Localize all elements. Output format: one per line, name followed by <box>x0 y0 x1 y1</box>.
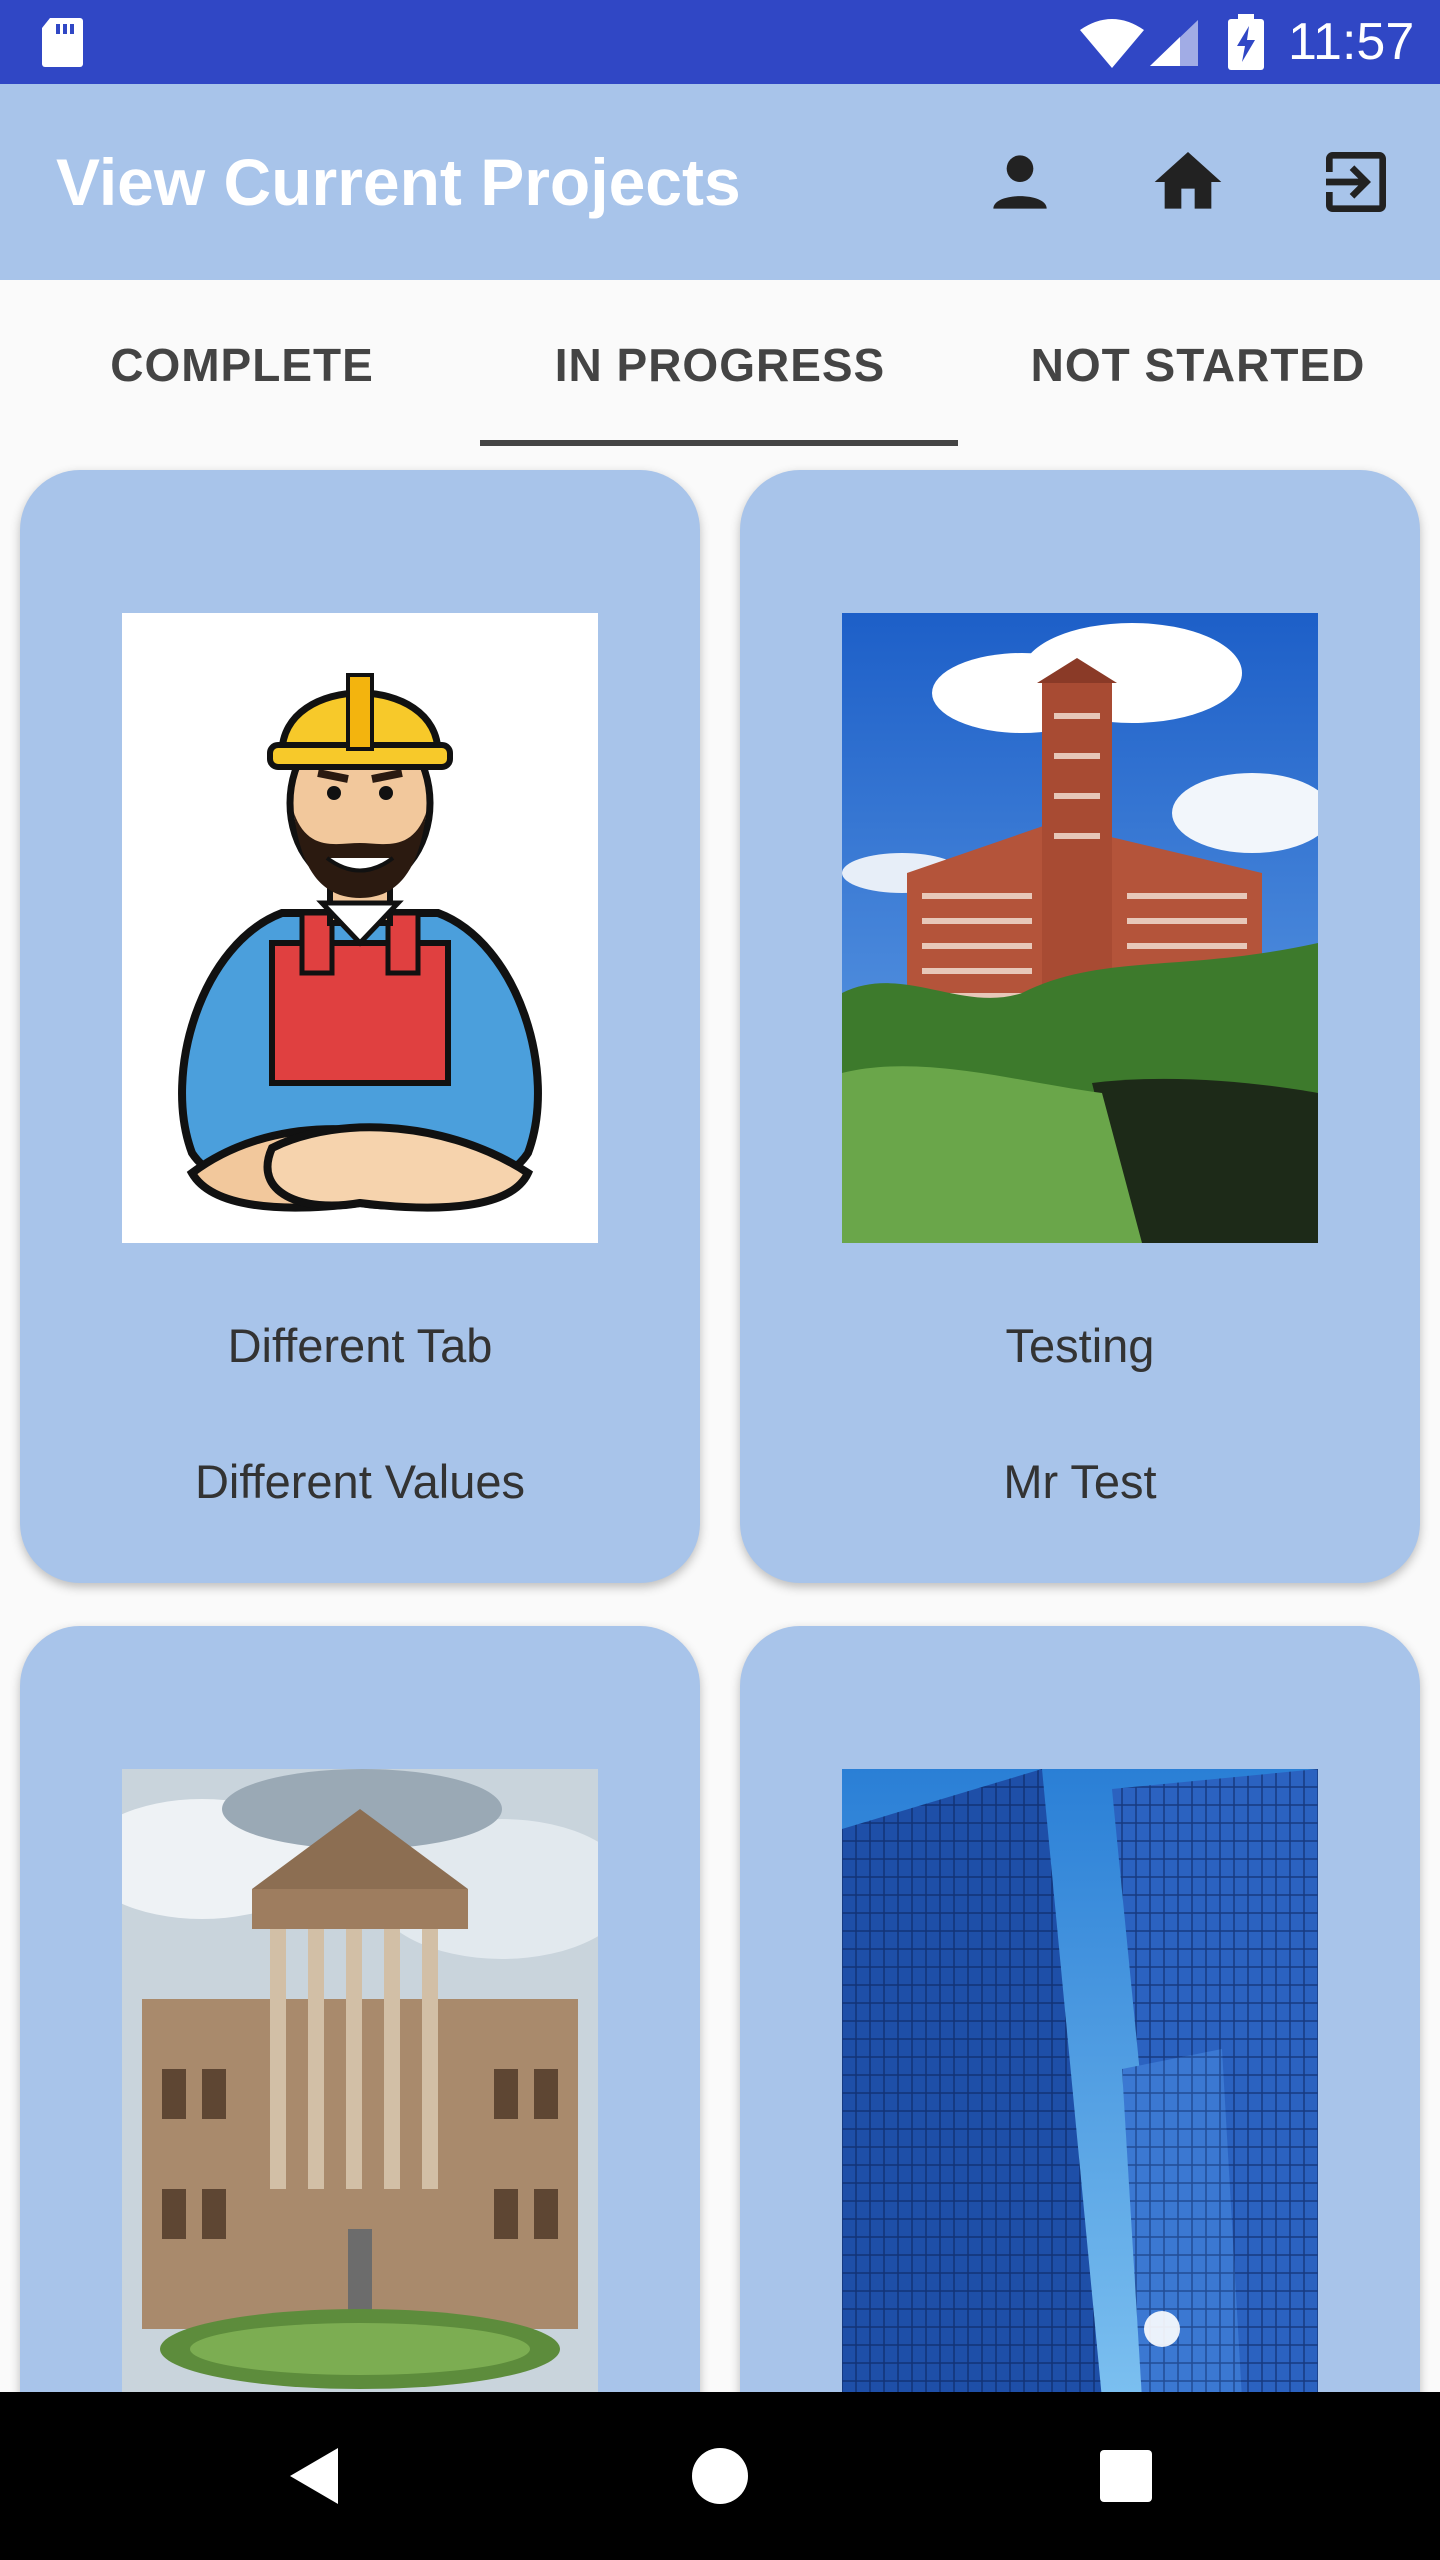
recents-icon[interactable] <box>1086 2436 1166 2516</box>
project-image-worker <box>122 613 598 1243</box>
project-card[interactable]: Different Tab Different Values <box>20 470 700 1583</box>
back-icon[interactable] <box>276 2436 356 2516</box>
sd-card-icon <box>40 16 84 73</box>
project-card[interactable] <box>20 1626 700 2526</box>
page-title: View Current Projects <box>56 145 741 219</box>
project-owner: Different Values <box>194 1455 526 1508</box>
status-bar: 11:57 <box>0 0 1440 84</box>
tab-in-progress[interactable]: IN PROGRESS <box>484 280 956 450</box>
clock-time: 11:57 <box>1288 13 1415 71</box>
app-bar: View Current Projects <box>0 84 1440 280</box>
project-owner: Mr Test <box>1003 1455 1157 1508</box>
project-title: Testing <box>1005 1319 1155 1372</box>
project-image-skyscrapers <box>842 1769 1318 2399</box>
logout-icon[interactable] <box>1316 142 1396 222</box>
home-icon[interactable] <box>1148 142 1228 222</box>
battery-charging-icon <box>1228 14 1264 75</box>
tab-bar: COMPLETE IN PROGRESS NOT STARTED <box>0 280 1440 450</box>
project-image-mill <box>842 613 1318 1243</box>
person-icon[interactable] <box>980 142 1060 222</box>
wifi-icon <box>1080 18 1144 73</box>
project-title: Different Tab <box>227 1319 493 1372</box>
tab-not-started[interactable]: NOT STARTED <box>956 280 1440 450</box>
signal-icon <box>1150 20 1198 71</box>
tab-complete[interactable]: COMPLETE <box>0 280 484 450</box>
selected-tab-indicator <box>480 440 958 446</box>
project-card[interactable] <box>740 1626 1420 2526</box>
system-nav-bar <box>0 2392 1440 2560</box>
project-card[interactable]: Testing Mr Test <box>740 470 1420 1583</box>
project-image-classical-building <box>122 1769 598 2399</box>
home-circle-icon[interactable] <box>680 2436 760 2516</box>
